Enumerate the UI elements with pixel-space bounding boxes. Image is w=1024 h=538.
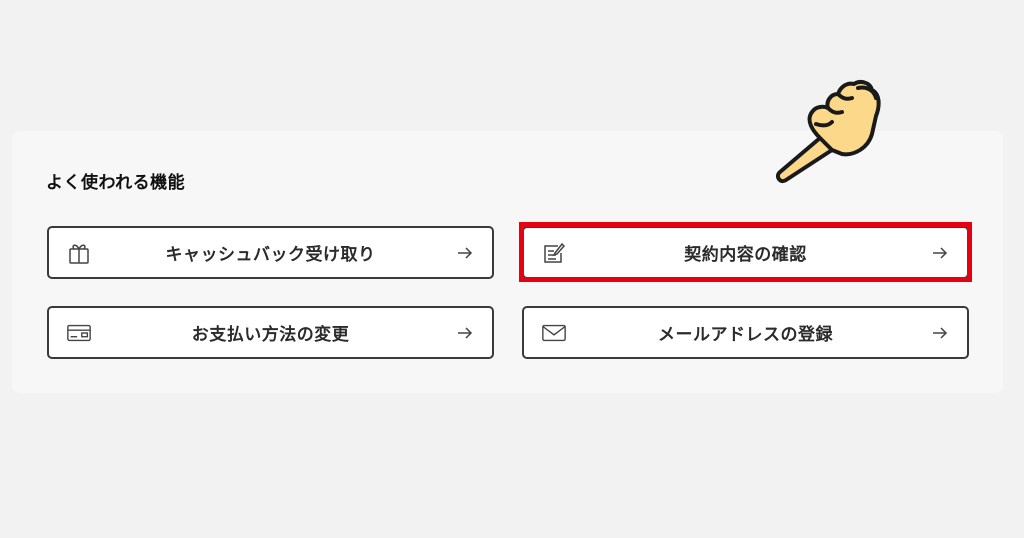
pointing-hand-icon: [772, 76, 884, 192]
payment-method-button[interactable]: お支払い方法の変更: [47, 306, 494, 359]
arrow-right-icon: [931, 242, 949, 264]
cashback-button-label: キャッシュバック受け取り: [165, 245, 376, 265]
email-registration-button-label: メールアドレスの登録: [658, 325, 833, 345]
contract-details-button[interactable]: 契約内容の確認: [522, 226, 969, 279]
card-icon: [66, 320, 92, 346]
section-title: よく使われる機能: [46, 173, 186, 193]
arrow-right-icon: [456, 242, 474, 264]
edit-document-icon: [541, 240, 567, 266]
gift-icon: [66, 240, 92, 266]
arrow-right-icon: [931, 322, 949, 344]
email-registration-button[interactable]: メールアドレスの登録: [522, 306, 969, 359]
payment-method-button-label: お支払い方法の変更: [191, 325, 350, 345]
mail-icon: [541, 320, 567, 346]
cashback-button[interactable]: キャッシュバック受け取り: [47, 226, 494, 279]
contract-details-button-label: 契約内容の確認: [684, 245, 807, 265]
arrow-right-icon: [456, 322, 474, 344]
